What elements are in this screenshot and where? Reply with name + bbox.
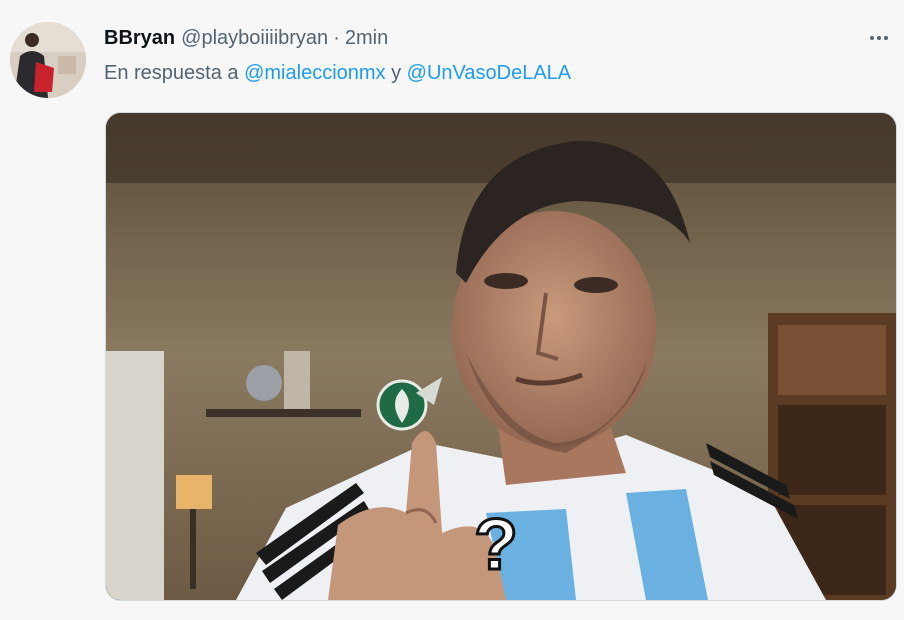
timestamp[interactable]: 2min [345, 27, 388, 50]
tweet-header: BBryan @playboiiiibryan · 2min [104, 27, 388, 51]
reply-conjunction: y [391, 62, 402, 84]
display-name[interactable]: BBryan [104, 27, 175, 50]
separator-dot: · [333, 27, 340, 49]
more-horizontal-icon[interactable] [864, 26, 894, 50]
reply-mention-2[interactable]: @UnVasoDeLALA [407, 62, 571, 84]
question-mark-overlay: ? [474, 505, 518, 585]
reply-prefix: En respuesta a [104, 62, 239, 84]
reply-context: En respuesta a @mialeccionmx y @UnVasoDe… [104, 62, 571, 85]
user-handle[interactable]: @playboiiiibryan [181, 27, 328, 50]
avatar[interactable] [10, 22, 86, 98]
tweet-media-image[interactable]: ? [105, 112, 897, 601]
reply-mention-1[interactable]: @mialeccionmx [244, 62, 385, 84]
